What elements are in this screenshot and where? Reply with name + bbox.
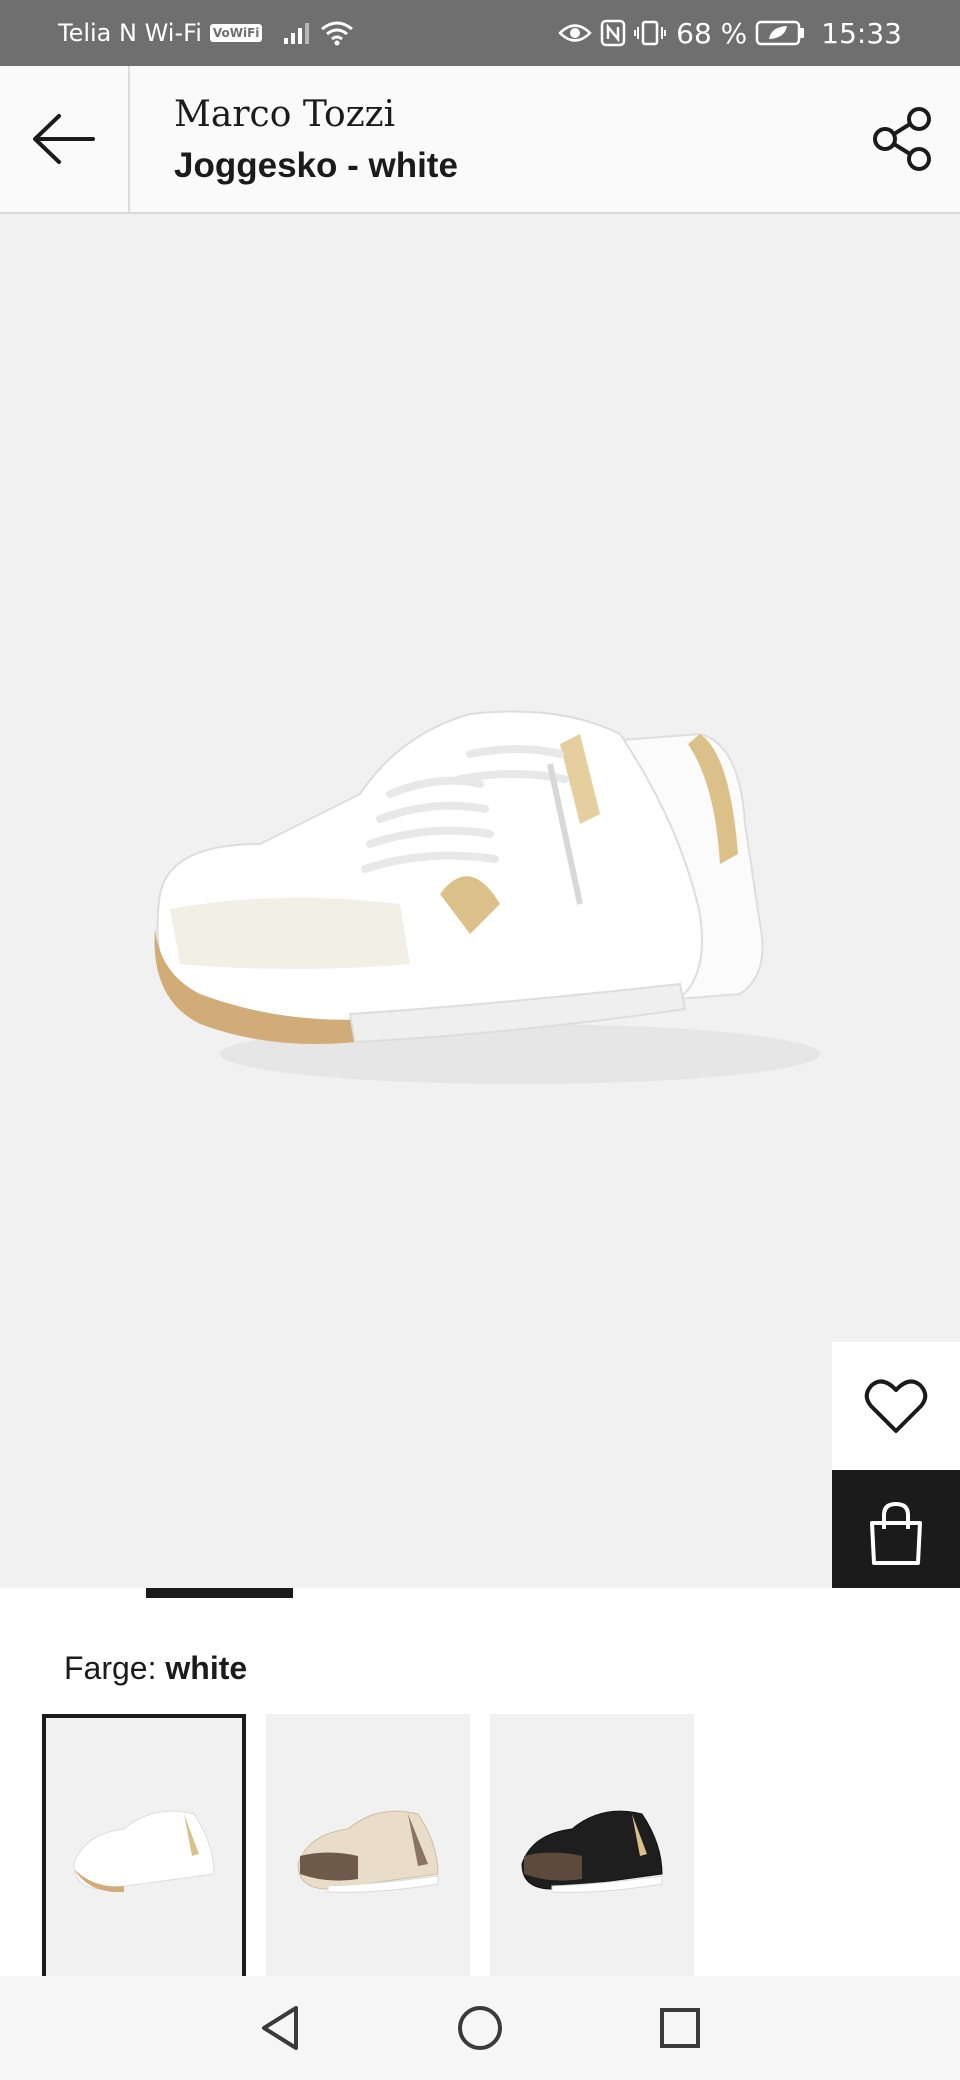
color-swatch-white[interactable] xyxy=(42,1714,246,1984)
system-nav-bar xyxy=(0,1976,960,2080)
product-image-gallery[interactable] xyxy=(0,214,960,1588)
status-right: 68 % 15:33 xyxy=(558,0,902,66)
battery-percent: 68 % xyxy=(676,16,748,50)
share-icon xyxy=(873,107,931,171)
carousel-track xyxy=(0,1588,736,1598)
color-label-text: Farge: xyxy=(64,1650,157,1686)
nfc-icon xyxy=(600,19,626,47)
battery-icon xyxy=(756,20,805,46)
color-swatch-black-brown[interactable] xyxy=(490,1714,694,1984)
heart-icon xyxy=(864,1379,928,1433)
swatch-image-beige-brown xyxy=(297,1810,439,1893)
nav-back-button[interactable] xyxy=(250,1998,310,2058)
carousel-indicator xyxy=(146,1588,293,1598)
shopping-bag-icon xyxy=(870,1501,922,1565)
circle-home-icon xyxy=(458,2006,502,2050)
back-button[interactable] xyxy=(0,66,128,212)
triangle-back-icon xyxy=(262,2006,298,2050)
status-left: Telia N Wi-Fi VoWiFi xyxy=(58,0,354,66)
product-image[interactable] xyxy=(140,674,820,1104)
nav-home-button[interactable] xyxy=(450,1998,510,2058)
swatch-image-black-brown xyxy=(521,1810,663,1893)
app-header: Marco Tozzi Joggesko - white xyxy=(0,66,960,214)
product-title: Joggesko - white xyxy=(174,146,458,185)
clock: 15:33 xyxy=(821,16,902,50)
vowifi-badge: VoWiFi xyxy=(209,24,263,42)
brand-name[interactable]: Marco Tozzi xyxy=(174,94,395,135)
signal-icon xyxy=(284,23,310,44)
swatch-image-white xyxy=(73,1810,215,1893)
square-recents-icon xyxy=(660,2008,700,2048)
status-bar: Telia N Wi-Fi VoWiFi 68 % 15:33 xyxy=(0,0,960,66)
share-button[interactable] xyxy=(868,104,938,174)
wifi-icon xyxy=(321,21,354,46)
color-label: Farge: white xyxy=(64,1650,247,1687)
carrier-label: Telia N Wi-Fi xyxy=(58,19,202,47)
color-swatch-beige-brown[interactable] xyxy=(266,1714,470,1984)
arrow-left-icon xyxy=(33,114,95,164)
color-value: white xyxy=(165,1650,248,1686)
eye-icon xyxy=(558,24,592,42)
add-to-bag-button[interactable] xyxy=(832,1470,960,1588)
nav-recents-button[interactable] xyxy=(650,1998,710,2058)
product-detail-screen: Telia N Wi-Fi VoWiFi 68 % 15:33 Marco To… xyxy=(0,0,960,2080)
wishlist-button[interactable] xyxy=(832,1342,960,1470)
vibrate-icon xyxy=(634,20,667,46)
header-divider xyxy=(128,66,130,212)
color-swatches xyxy=(42,1714,694,1984)
